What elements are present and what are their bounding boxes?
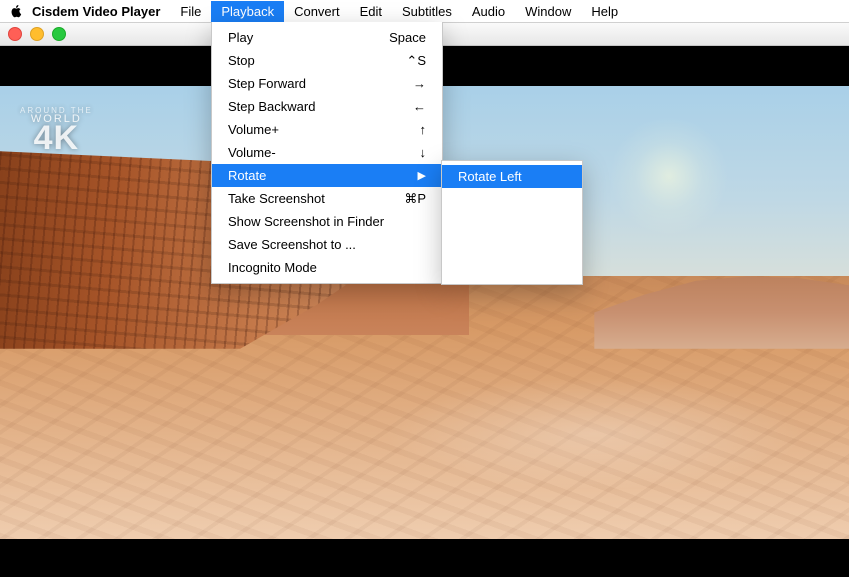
apple-icon[interactable]	[8, 3, 24, 19]
menu-item-rotate[interactable]: Rotate▶ Rotate Left Rotate Right Flip Ho…	[212, 164, 442, 187]
menu-item-stop[interactable]: Stop⌃S	[212, 49, 442, 72]
app-name: Cisdem Video Player	[32, 4, 160, 19]
zoom-button[interactable]	[52, 27, 66, 41]
submenu-rotate-right[interactable]: Rotate Right	[442, 188, 582, 211]
mesa-right	[594, 258, 849, 349]
menu-edit[interactable]: Edit	[350, 1, 392, 22]
playback-dropdown: PlaySpace Stop⌃S Step Forward→ Step Back…	[211, 22, 443, 284]
menu-window[interactable]: Window	[515, 1, 581, 22]
menu-subtitles[interactable]: Subtitles	[392, 1, 462, 22]
submenu-flip-horizontal[interactable]: Flip Horizontal	[442, 211, 582, 234]
menu-playback[interactable]: Playback	[211, 1, 284, 22]
menu-item-show-screenshot-finder[interactable]: Show Screenshot in Finder	[212, 210, 442, 233]
menu-item-save-screenshot-to[interactable]: Save Screenshot to ...	[212, 233, 442, 256]
minimize-button[interactable]	[30, 27, 44, 41]
menu-file[interactable]: File	[170, 1, 211, 22]
letterbox-bottom	[0, 539, 849, 577]
menu-item-volume-down[interactable]: Volume-↓	[212, 141, 442, 164]
lens-flare	[609, 116, 729, 236]
menu-item-play[interactable]: PlaySpace	[212, 26, 442, 49]
close-button[interactable]	[8, 27, 22, 41]
menu-item-take-screenshot[interactable]: Take Screenshot⌘P	[212, 187, 442, 210]
menu-audio[interactable]: Audio	[462, 1, 515, 22]
submenu-reset[interactable]: Reset	[442, 257, 582, 280]
menu-item-incognito-mode[interactable]: Incognito Mode	[212, 256, 442, 279]
chevron-right-icon: ▶	[418, 169, 426, 182]
menubar: Cisdem Video Player File Playback Conver…	[0, 0, 849, 23]
menu-item-volume-up[interactable]: Volume+↑	[212, 118, 442, 141]
submenu-flip-vertical[interactable]: Flip Vertical	[442, 234, 582, 257]
watermark: AROUND THE WORLD 4K	[20, 106, 93, 153]
menu-convert[interactable]: Convert	[284, 1, 350, 22]
watermark-4k: 4K	[20, 123, 93, 153]
rotate-submenu: Rotate Left Rotate Right Flip Horizontal…	[441, 160, 583, 285]
submenu-rotate-left[interactable]: Rotate Left	[442, 165, 582, 188]
menu-item-step-forward[interactable]: Step Forward→	[212, 72, 442, 95]
watermark-line1: AROUND THE	[20, 106, 93, 115]
menu-item-step-backward[interactable]: Step Backward←	[212, 95, 442, 118]
menu-help[interactable]: Help	[581, 1, 628, 22]
